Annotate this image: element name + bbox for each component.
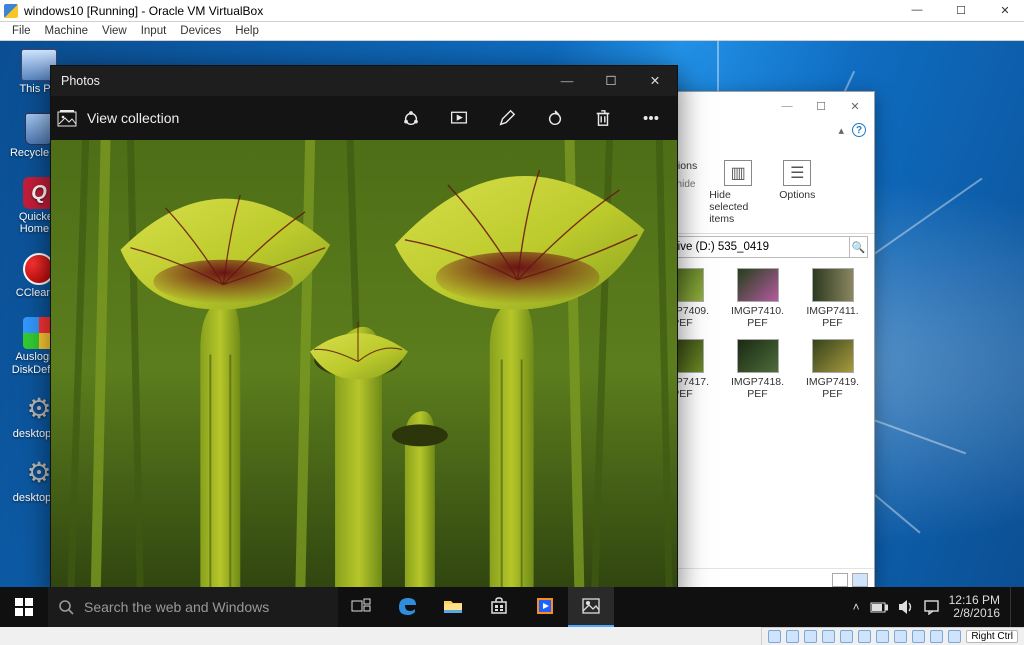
file-label: IMGP7411.PEF (806, 305, 858, 329)
vb-statusbar: Right Ctrl (761, 627, 1024, 645)
recycle-bin-icon (25, 113, 53, 145)
photos-rotate-button[interactable] (535, 98, 575, 138)
taskbar-clock[interactable]: 12:16 PM 2/8/2016 (949, 594, 1000, 620)
taskbar-search-placeholder: Search the web and Windows (84, 599, 269, 615)
taskbar-date: 2/8/2016 (949, 607, 1000, 620)
vb-menu-input[interactable]: Input (141, 25, 167, 37)
tray-volume-icon[interactable] (898, 600, 914, 614)
vb-status-hd-icon[interactable] (768, 630, 781, 643)
vb-status-cpu-icon[interactable] (912, 630, 925, 643)
vb-status-shared-icon[interactable] (858, 630, 871, 643)
vb-host-key[interactable]: Right Ctrl (966, 630, 1018, 643)
vb-status-display-icon[interactable] (876, 630, 889, 643)
vb-menu-view[interactable]: View (102, 25, 127, 37)
explorer-details-view-button[interactable] (832, 573, 848, 587)
vb-menu-help[interactable]: Help (235, 25, 259, 37)
photos-viewport[interactable] (51, 140, 677, 599)
explorer-icons-view-button[interactable] (852, 573, 868, 587)
photos-titlebar[interactable]: Photos — ☐ ✕ (51, 66, 677, 96)
file-item[interactable]: IMGP7418.PEF (722, 339, 793, 400)
taskbar-edge-button[interactable] (384, 587, 430, 627)
task-view-button[interactable] (338, 587, 384, 627)
photos-app-title: Photos (61, 74, 100, 88)
photos-window[interactable]: Photos — ☐ ✕ View collection (50, 65, 678, 600)
photos-minimize-button[interactable]: — (545, 66, 589, 96)
vb-status-record-icon[interactable] (894, 630, 907, 643)
virtualbox-icon (4, 4, 18, 18)
photos-delete-button[interactable] (583, 98, 623, 138)
taskbar: Search the web and Windows ˄ 12:16 PM 2/… (0, 587, 1024, 627)
explorer-maximize-button[interactable]: ☐ (804, 94, 838, 118)
explorer-close-button[interactable]: ✕ (838, 94, 872, 118)
vb-status-cd-icon[interactable] (786, 630, 799, 643)
vb-menu-devices[interactable]: Devices (180, 25, 221, 37)
file-thumbnail (812, 339, 854, 373)
vb-minimize-button[interactable]: — (902, 4, 932, 17)
photos-toolbar: View collection (51, 96, 677, 140)
guest-desktop: This PC Recycle Bin Q Quicken Home... CC… (0, 41, 1024, 627)
vb-close-button[interactable]: ✕ (990, 4, 1020, 17)
tray-battery-icon[interactable] (870, 602, 888, 613)
explorer-help-button[interactable]: ? (852, 123, 866, 137)
vb-menu-machine[interactable]: Machine (45, 25, 88, 37)
vb-menubar: File Machine View Input Devices Help (0, 22, 1024, 41)
explorer-search-button[interactable]: 🔍 (850, 236, 868, 258)
file-thumbnail (737, 268, 779, 302)
vb-status-net-icon[interactable] (822, 630, 835, 643)
taskbar-search[interactable]: Search the web and Windows (48, 587, 338, 627)
ribbon-options-label: Options (779, 189, 815, 201)
file-thumbnail (812, 268, 854, 302)
file-item[interactable]: IMGP7410.PEF (722, 268, 793, 329)
start-button[interactable] (0, 587, 48, 627)
vb-status-mouse-icon[interactable] (930, 630, 943, 643)
file-thumbnail (737, 339, 779, 373)
tray-chevron-up-icon[interactable]: ˄ (853, 600, 860, 614)
vb-title: windows10 [Running] - Oracle VM VirtualB… (24, 4, 263, 18)
vb-status-audio-icon[interactable] (804, 630, 817, 643)
collection-icon (57, 109, 77, 127)
vb-status-keyboard-icon[interactable] (948, 630, 961, 643)
file-label: IMGP7418.PEF (731, 376, 784, 400)
vb-maximize-button[interactable]: ☐ (946, 4, 976, 17)
explorer-minimize-button[interactable]: — (770, 94, 804, 118)
taskbar-media-player-button[interactable] (522, 587, 568, 627)
photos-share-button[interactable] (391, 98, 431, 138)
taskbar-file-explorer-button[interactable] (430, 587, 476, 627)
taskbar-photos-button[interactable] (568, 587, 614, 627)
windows-logo-icon (15, 598, 33, 616)
photos-view-collection-label: View collection (87, 110, 179, 126)
ribbon-collapse-chevron-icon[interactable]: ▴ (838, 124, 844, 137)
system-tray: ˄ 12:16 PM 2/8/2016 (845, 587, 1024, 627)
photos-maximize-button[interactable]: ☐ (589, 66, 633, 96)
vb-status-usb-icon[interactable] (840, 630, 853, 643)
file-item[interactable]: IMGP7411.PEF (797, 268, 868, 329)
show-desktop-button[interactable] (1010, 587, 1016, 627)
photo-content (51, 140, 677, 599)
vb-titlebar[interactable]: windows10 [Running] - Oracle VM VirtualB… (0, 0, 1024, 22)
photos-more-button[interactable] (631, 98, 671, 138)
ribbon-hide-items-button[interactable]: ▥ Hide selected items (709, 160, 767, 225)
photos-slideshow-button[interactable] (439, 98, 479, 138)
file-label: IMGP7410.PEF (731, 305, 784, 329)
file-label: IMGP7419.PEF (806, 376, 859, 400)
vb-menu-file[interactable]: File (12, 25, 31, 37)
file-item[interactable]: IMGP7419.PEF (797, 339, 868, 400)
taskbar-store-button[interactable] (476, 587, 522, 627)
ribbon-hide-items-label: Hide selected items (709, 189, 767, 225)
tray-notifications-icon[interactable] (924, 600, 939, 615)
search-icon (58, 599, 74, 615)
ribbon-options-button[interactable]: ☰ Options (779, 160, 815, 201)
options-icon: ☰ (783, 160, 811, 186)
photos-close-button[interactable]: ✕ (633, 66, 677, 96)
hide-items-icon: ▥ (724, 160, 752, 186)
photos-view-collection-button[interactable]: View collection (57, 109, 179, 127)
photos-edit-button[interactable] (487, 98, 527, 138)
